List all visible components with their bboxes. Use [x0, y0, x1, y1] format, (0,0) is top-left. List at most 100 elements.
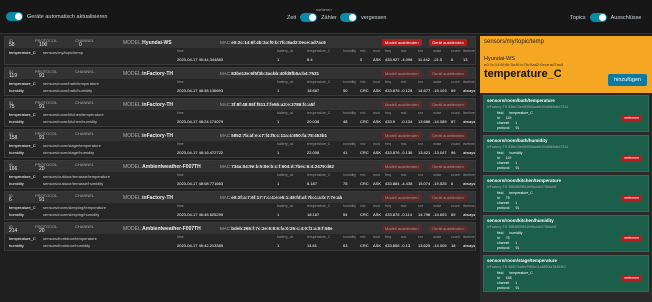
hide-device-button[interactable]: Gerät ausblenden [429, 39, 467, 46]
subscription-id: id 158 [491, 276, 512, 280]
hide-model-button[interactable]: Modell ausblenden [382, 101, 422, 108]
model-caption: MODEL: [123, 40, 143, 46]
mac-value: e0:2f:a:7:6f:17:7:c:4:e:e5:1:48:fd:af:7b… [231, 195, 343, 200]
column-value: always [463, 150, 476, 155]
hide-model-button[interactable]: Modell ausblenden [382, 132, 422, 139]
device-body: temperature_C sensors/room/sleeping/tempe… [5, 203, 475, 221]
topic-path[interactable]: sensors/frontdoor/humidity [43, 243, 90, 248]
device-model: MODEL:Hyundai-WS [123, 40, 172, 46]
subscription-id-value: 75 [505, 236, 510, 240]
hide-model-button[interactable]: Modell ausblenden [382, 194, 422, 201]
column-header: freq [385, 204, 392, 208]
column-header: humidity [343, 49, 357, 53]
subscription-topic[interactable]: sensors/room/bath/temperature [484, 96, 648, 105]
column-value: always [463, 181, 476, 186]
column-header: temperature_C [307, 235, 331, 239]
topic-path[interactable]: sensors/room/stage/temperature [43, 143, 101, 148]
model-value: inFactory-TH [142, 71, 174, 77]
column-value: 2023-04-17 40:44.344883 [177, 57, 224, 62]
add-button[interactable]: hinzufügen [608, 74, 647, 86]
topic-path[interactable]: sensors/room/bath/humidity [43, 88, 92, 93]
hide-model-button[interactable]: Modell ausblenden [382, 39, 422, 46]
column-header: noise [433, 111, 442, 115]
device-mac: MAC:e0:2f:a:7:6f:17:7:c:4:e:e5:1:48:fd:a… [220, 195, 342, 200]
mac-caption: MAC: [220, 133, 232, 138]
topic-path[interactable]: sensors/outdoor/terrasse/temperature [43, 174, 110, 179]
remove-button[interactable]: entfernen [621, 155, 642, 161]
view-switch[interactable] [589, 13, 607, 22]
model-value: inFactory-TH [142, 102, 174, 108]
remove-button[interactable]: entfernen [621, 195, 642, 201]
subscription-card: sensors/room/kitchen/temperature inFactor… [483, 175, 649, 212]
topic-path[interactable]: sensors/room/bath/temperature [43, 81, 99, 86]
auto-refresh-switch[interactable] [6, 12, 23, 21]
channel-caption: CHANNEL [75, 38, 95, 43]
subscription-field-label: field [497, 151, 504, 155]
sort-switch[interactable] [300, 13, 318, 22]
sort-label: sortieren [316, 7, 332, 12]
topic-path[interactable]: sensors/outdoor/terrasse/humidity [43, 181, 103, 186]
topic-path[interactable]: sensors/room/sleeping/temperature [43, 205, 106, 210]
topic-path[interactable]: sensors/room/kitchen/temperature [43, 112, 104, 117]
topic-title[interactable]: sensors/my/topic/temp [484, 39, 648, 45]
column-value: 87 [451, 119, 456, 124]
column-header: battery_ok [277, 235, 294, 239]
device-card: ID 119 PROTOCOL 91 CHANNEL MODEL:inFactory-TH… [4, 67, 476, 96]
topic-path[interactable]: sensors/frontdoor/temperature [43, 236, 97, 241]
device-model: MODEL:inFactory-TH [123, 133, 173, 139]
subscription-topic[interactable]: sensors/room/kitchen/humidity [484, 216, 648, 225]
topic-path[interactable]: sensors/room/kitchen/humidity [43, 119, 97, 124]
hide-model-button[interactable]: Modell ausblenden [382, 163, 422, 170]
column-header: snr [418, 235, 423, 239]
subscription-topic[interactable]: sensors/room/stage/temperature [484, 256, 648, 265]
column-header: rssi [401, 173, 407, 177]
hide-device-button[interactable]: Gerät ausblenden [429, 194, 467, 201]
subscription-protocol-label: protocol [497, 206, 510, 210]
hide-device-button[interactable]: Gerät ausblenden [429, 70, 467, 77]
topic-path[interactable]: sensors/room/sleeping/humidity [43, 212, 99, 217]
column-header: livetime [463, 80, 475, 84]
exclusions-label: Ausschlüsse [610, 14, 642, 21]
mac-caption: MAC: [220, 226, 232, 231]
column-header: snr [418, 111, 423, 115]
column-header: humidity [343, 111, 357, 115]
column-header: livetime [463, 173, 475, 177]
column-header: battery_ok [277, 173, 294, 177]
column-value: 433.876 [385, 212, 400, 217]
column-header: mic [360, 80, 366, 84]
device-header: ID 119 PROTOCOL 91 CHANNEL MODEL:inFactory-TH… [5, 68, 475, 79]
column-value: 69 [451, 88, 456, 93]
hide-device-button[interactable]: Gerät ausblenden [429, 163, 467, 170]
device-mac: MAC:3f:8f:48:55f:f511:f:fe5b:a3:e:2786:f… [220, 102, 315, 107]
remove-button[interactable]: entfernen [621, 115, 642, 121]
subscription-id-label: id [497, 156, 500, 160]
device-list: ID 58 PROTOCOL 100 CHANNEL 0 MODEL:Hyundai-WS M… [4, 36, 476, 253]
subscription-field: field temperature_C [491, 271, 533, 275]
device-model: MODEL:Ambientweather-F007TH [123, 164, 201, 170]
remove-button[interactable]: entfernen [621, 235, 642, 241]
column-header: snr [418, 204, 423, 208]
subscription-topic[interactable]: sensors/room/bath/humidity [484, 136, 648, 145]
subscription-channel-value: 1 [515, 201, 518, 205]
topic-path[interactable]: sensors/room/stage/humidity [43, 150, 94, 155]
hide-model-button[interactable]: Modell ausblenden [382, 70, 422, 77]
column-value: 20.038 [307, 119, 320, 124]
mac-caption: MAC: [220, 40, 232, 45]
mac-caption: MAC: [220, 195, 232, 200]
topic-field: humidity [9, 88, 24, 93]
hide-device-button[interactable]: Gerät ausblenden [429, 101, 467, 108]
remove-button[interactable]: entfernen [621, 275, 642, 281]
column-value: -14.089 [433, 119, 447, 124]
hide-device-button[interactable]: Gerät ausblenden [429, 132, 467, 139]
topic-path[interactable]: sensors/my/topic/temp [43, 50, 83, 55]
subscription-card: sensors/room/kitchen/humidity inFactory-T… [483, 215, 649, 252]
column-value: CRC [360, 181, 369, 186]
device-body: temperature_C sensors/frontdoor/temperatu… [5, 234, 475, 252]
hide-model-button[interactable]: Modell ausblenden [382, 225, 422, 232]
model-value: Ambientweather-F007TH [142, 164, 201, 170]
sort-time-label: Zeit [287, 14, 297, 21]
hide-device-button[interactable]: Gerät ausblenden [429, 225, 467, 232]
subscription-topic[interactable]: sensors/room/kitchen/temperature [484, 176, 648, 185]
forget-switch[interactable] [340, 13, 357, 22]
sort-toggle-group: Zeit Zähler [287, 13, 337, 22]
